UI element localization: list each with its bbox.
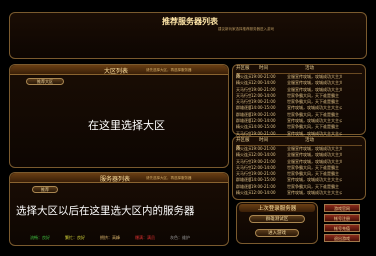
legend-item: 繁忙：良好 <box>65 235 85 240</box>
server-list-area[interactable]: 选择大区以后在这里选大区内的服务器 <box>14 195 226 231</box>
legend-item: 爆满：满员 <box>135 235 155 240</box>
region-panel-subtitle: 请先选择大区，再选择服务器 <box>146 68 192 72</box>
last-server-name[interactable]: 群雄测试区 <box>249 215 305 223</box>
event-list-1-header: 开区服务 时间 活动 <box>236 65 362 79</box>
legend-item: 流畅：良好 <box>30 235 50 240</box>
recommended-server-tab[interactable]: 推荐 <box>32 186 58 193</box>
top-banner-title: 推荐服务器列表 <box>162 17 218 26</box>
region-placeholder: 在这里选择大区 <box>88 119 165 132</box>
server-panel-header: 服务器列表 请先选择大区，再选择服务器 <box>10 173 228 183</box>
event-list-2: 开区服务 时间 活动 精火连天 19:00-21:00 全服宣传攻城，攻城成功大主大… <box>232 136 366 200</box>
official-site-button[interactable]: 游戏官网 <box>324 204 360 212</box>
table-row: 精火连天 12:00-14:00 宣传攻城，攻城成功大主大主公 <box>236 190 342 196</box>
server-panel-subtitle: 请先选择大区，再选择服务器 <box>146 176 192 180</box>
event-list-1: 开区服务 时间 活动 精火连天 19:00-21:00 全服宣传攻城，攻城成功大主大… <box>232 64 366 136</box>
region-list-area[interactable]: 在这里选择大区 <box>16 87 223 165</box>
top-banner: 推荐服务器列表 建议新玩家选择推荐服务器进入游戏 <box>9 12 367 59</box>
last-server-box: 上次登录服务器 群雄测试区 进入游戏 <box>236 202 318 244</box>
region-panel-title: 大区列表 <box>104 68 129 75</box>
server-panel-title: 服务器列表 <box>100 176 131 183</box>
server-panel: 服务器列表 请先选择大区，再选择服务器 推荐 选择大区以后在这里选大区内的服务器… <box>9 172 229 246</box>
recommended-region-tab[interactable]: 推荐大区 <box>26 78 64 85</box>
legend-item: 灰色：维护 <box>170 235 190 240</box>
top-banner-subtitle: 建议新玩家选择推荐服务器进入游戏 <box>218 27 274 31</box>
region-panel: 大区列表 请先选择大区，再选择服务器 推荐大区 在这里选择大区 <box>9 64 229 168</box>
server-placeholder: 选择大区以后在这里选大区内的服务器 <box>16 205 195 217</box>
enter-game-button[interactable]: 进入游戏 <box>255 229 299 237</box>
register-account-button[interactable]: 帐号注册 <box>324 214 360 222</box>
legend-item: 拥挤：高峰 <box>100 235 120 240</box>
status-legend: 流畅：良好 繁忙：良好 拥挤：高峰 爆满：满员 灰色：维护 <box>30 235 226 241</box>
event-list-2-header: 开区服务 时间 活动 <box>236 137 362 151</box>
exit-game-button[interactable]: 退出游戏 <box>324 234 360 242</box>
recharge-account-button[interactable]: 帐号充值 <box>324 224 360 232</box>
region-panel-header: 大区列表 请先选择大区，再选择服务器 <box>10 65 228 75</box>
last-server-title: 上次登录服务器 <box>239 204 315 212</box>
